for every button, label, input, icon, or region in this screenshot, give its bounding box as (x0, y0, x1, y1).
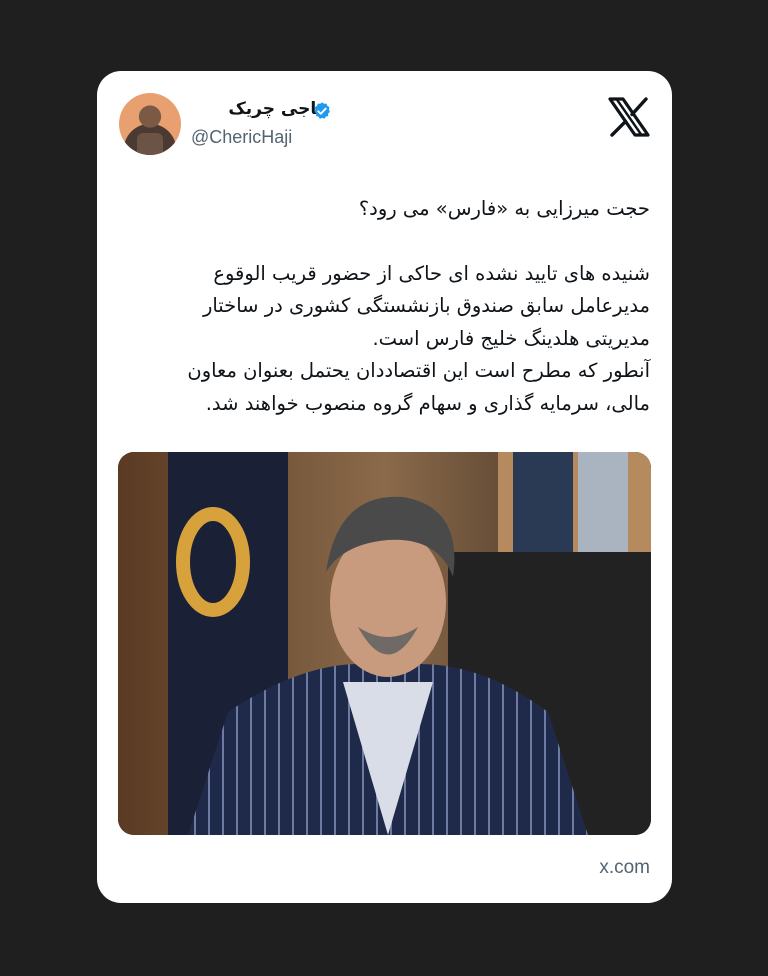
tweet-body-line: مالی، سرمایه گذاری و سهام گروه منصوب خوا… (205, 391, 650, 415)
tweet-body-line: مدیریتی هلدینگ خلیج فارس است. (372, 326, 650, 350)
tweet-body-line: مدیرعامل سابق صندوق بازنشستگی کشوری در س… (202, 294, 650, 317)
x-logo-icon[interactable] (607, 97, 651, 137)
tweet-text: حجت میرزایی به «فارس» می رود؟ شنیده های … (125, 193, 650, 420)
tweet-photo[interactable] (118, 452, 651, 835)
tweet-title-line: حجت میرزایی به «فارس» می رود؟ (358, 197, 650, 220)
tweet-body-line: شنیده های تایید نشده ای حاکی از حضور قری… (213, 261, 650, 285)
author-avatar[interactable] (119, 93, 181, 155)
tweet-header: حاجی چریک @ChericHaji (97, 71, 672, 181)
tweet-card: حاجی چریک @ChericHaji حجت میرزایی به «فا… (97, 71, 672, 903)
tweet-body-line: آنطور که مطرح است این اقتصاددان یحتمل بع… (187, 359, 650, 382)
author-handle[interactable]: @ChericHaji (191, 127, 292, 148)
source-link[interactable]: x.com (599, 857, 650, 879)
verified-badge-icon (314, 102, 330, 119)
photo-illustration (118, 452, 651, 835)
